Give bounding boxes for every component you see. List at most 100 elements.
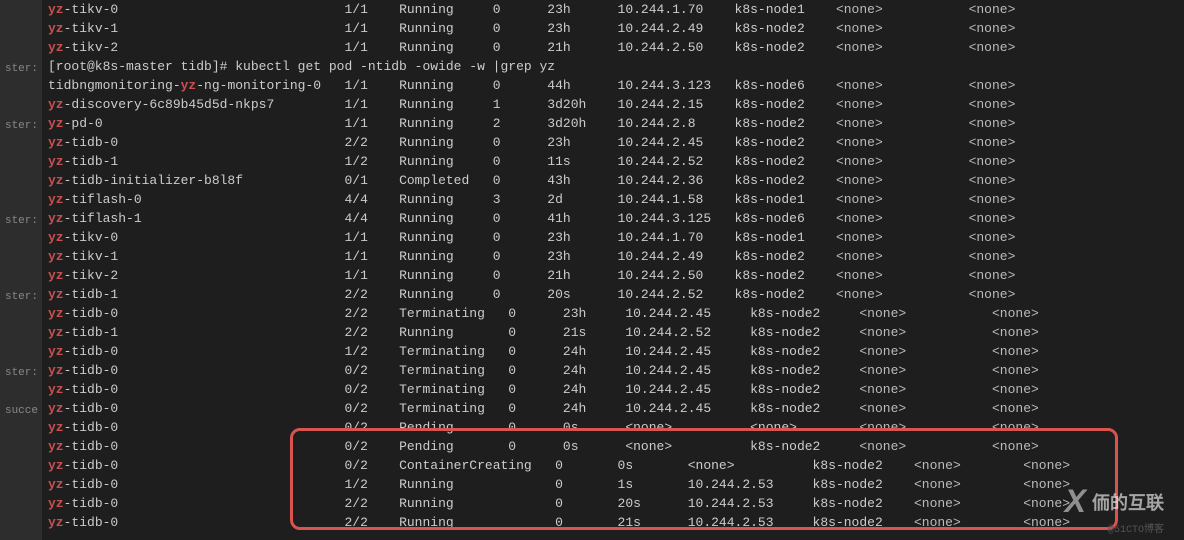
none-value: <none> bbox=[836, 173, 969, 188]
highlighted-prefix: yz bbox=[48, 268, 64, 283]
terminal-line: yz-tiflash-1 4/4 Running 0 41h 10.244.3.… bbox=[42, 209, 1184, 228]
highlighted-prefix: yz bbox=[48, 325, 64, 340]
terminal-line: yz-tiflash-0 4/4 Running 3 2d 10.244.1.5… bbox=[42, 190, 1184, 209]
gutter-label bbox=[0, 458, 42, 477]
gutter-label bbox=[0, 344, 42, 363]
highlighted-prefix: yz bbox=[48, 135, 64, 150]
none-value: <none> bbox=[992, 306, 1039, 321]
none-value: <none> bbox=[859, 344, 992, 359]
highlighted-prefix: yz bbox=[48, 401, 64, 416]
highlighted-prefix: yz bbox=[48, 287, 64, 302]
terminal-line: yz-pd-0 1/1 Running 2 3d20h 10.244.2.8 k… bbox=[42, 114, 1184, 133]
none-value: <none> bbox=[836, 135, 969, 150]
none-value: <none> bbox=[836, 230, 969, 245]
none-value: <none> bbox=[836, 97, 969, 112]
none-value: <none> bbox=[992, 439, 1039, 454]
highlighted-prefix: yz bbox=[48, 382, 64, 397]
none-value: <none> bbox=[836, 154, 969, 169]
terminal-line: yz-tikv-0 1/1 Running 0 23h 10.244.1.70 … bbox=[42, 0, 1184, 19]
none-value: <none> bbox=[836, 116, 969, 131]
none-value: <none> bbox=[859, 363, 992, 378]
highlighted-prefix: yz bbox=[181, 78, 197, 93]
none-value: <none> bbox=[859, 306, 992, 321]
terminal-line: yz-tidb-1 2/2 Running 0 21s 10.244.2.52 … bbox=[42, 323, 1184, 342]
none-value: <none> bbox=[859, 325, 992, 340]
none-value: <none> bbox=[859, 439, 992, 454]
none-value: <none> bbox=[992, 401, 1039, 416]
highlighted-prefix: yz bbox=[48, 458, 64, 473]
highlighted-prefix: yz bbox=[48, 211, 64, 226]
gutter-label bbox=[0, 154, 42, 173]
none-value: <none> bbox=[969, 21, 1016, 36]
gutter-label bbox=[0, 477, 42, 496]
terminal-line: yz-discovery-6c89b45d5d-nkps7 1/1 Runnin… bbox=[42, 95, 1184, 114]
highlighted-prefix: yz bbox=[48, 306, 64, 321]
gutter-label: succe bbox=[0, 401, 42, 420]
none-value: <none> bbox=[1023, 458, 1070, 473]
terminal-line: yz-tikv-0 1/1 Running 0 23h 10.244.1.70 … bbox=[42, 228, 1184, 247]
highlighted-prefix: yz bbox=[48, 154, 64, 169]
gutter-label bbox=[0, 135, 42, 154]
terminal-line: yz-tidb-0 2/2 Running 0 20s 10.244.2.53 … bbox=[42, 494, 1184, 513]
gutter-label bbox=[0, 230, 42, 249]
terminal-line: yz-tidb-1 2/2 Running 0 20s 10.244.2.52 … bbox=[42, 285, 1184, 304]
gutter-label bbox=[0, 325, 42, 344]
terminal-window[interactable]: ster:ster:ster:ster:ster:succe yz-tikv-0… bbox=[0, 0, 1184, 540]
gutter-label bbox=[0, 382, 42, 401]
highlighted-prefix: yz bbox=[48, 363, 64, 378]
highlighted-prefix: yz bbox=[48, 515, 64, 530]
none-value: <none> bbox=[992, 325, 1039, 340]
highlighted-prefix: yz bbox=[48, 477, 64, 492]
none-value: <none> bbox=[969, 116, 1016, 131]
highlighted-prefix: yz bbox=[48, 192, 64, 207]
terminal-line: yz-tidb-1 1/2 Running 0 11s 10.244.2.52 … bbox=[42, 152, 1184, 171]
terminal-line: yz-tidb-0 0/2 Pending 0 0s <none> k8s-no… bbox=[42, 437, 1184, 456]
gutter-label: ster: bbox=[0, 211, 42, 230]
gutter-label bbox=[0, 249, 42, 268]
terminal-line: yz-tidb-0 0/2 Terminating 0 24h 10.244.2… bbox=[42, 380, 1184, 399]
none-value: <none> bbox=[836, 268, 969, 283]
none-value: <none> bbox=[1023, 477, 1070, 492]
none-value: <none> bbox=[836, 249, 969, 264]
none-value: <none> bbox=[992, 420, 1039, 435]
terminal-line: yz-tidb-0 2/2 Running 0 21s 10.244.2.53 … bbox=[42, 513, 1184, 532]
none-value: <none> bbox=[969, 135, 1016, 150]
none-value: <none> bbox=[969, 78, 1016, 93]
none-value: <none> bbox=[836, 78, 969, 93]
highlighted-prefix: yz bbox=[48, 230, 64, 245]
gutter-label: ster: bbox=[0, 287, 42, 306]
highlighted-prefix: yz bbox=[48, 173, 64, 188]
highlighted-prefix: yz bbox=[48, 439, 64, 454]
none-value: <none> bbox=[836, 287, 969, 302]
gutter-label bbox=[0, 306, 42, 325]
none-value: <none> bbox=[992, 344, 1039, 359]
terminal-line: yz-tikv-2 1/1 Running 0 21h 10.244.2.50 … bbox=[42, 38, 1184, 57]
gutter-label bbox=[0, 420, 42, 439]
gutter-label bbox=[0, 439, 42, 458]
gutter-label bbox=[0, 515, 42, 534]
terminal-line: yz-tidb-0 0/2 Pending 0 0s <none> <none>… bbox=[42, 418, 1184, 437]
terminal-line: yz-tidb-0 2/2 Terminating 0 23h 10.244.2… bbox=[42, 304, 1184, 323]
none-value: <none> bbox=[1023, 496, 1070, 511]
none-value: <none> bbox=[836, 211, 969, 226]
terminal-output[interactable]: yz-tikv-0 1/1 Running 0 23h 10.244.1.70 … bbox=[42, 0, 1184, 540]
none-value: <none> bbox=[969, 40, 1016, 55]
none-value: <none> bbox=[969, 173, 1016, 188]
gutter-label bbox=[0, 173, 42, 192]
none-value: <none> bbox=[914, 458, 1023, 473]
gutter-label bbox=[0, 40, 42, 59]
terminal-line: yz-tikv-2 1/1 Running 0 21h 10.244.2.50 … bbox=[42, 266, 1184, 285]
footer-tag: @51CTO博客 bbox=[1108, 520, 1164, 536]
terminal-line: [root@k8s-master tidb]# kubectl get pod … bbox=[42, 57, 1184, 76]
terminal-line: yz-tidb-0 1/2 Running 0 1s 10.244.2.53 k… bbox=[42, 475, 1184, 494]
none-value: <none> bbox=[859, 420, 992, 435]
command-prompt: [root@k8s-master tidb]# kubectl get pod … bbox=[48, 59, 555, 74]
none-value: <none> bbox=[969, 268, 1016, 283]
none-value: <none> bbox=[969, 192, 1016, 207]
terminal-line: yz-tidb-0 0/2 Terminating 0 24h 10.244.2… bbox=[42, 361, 1184, 380]
gutter-label: ster: bbox=[0, 59, 42, 78]
none-value: <none> bbox=[969, 154, 1016, 169]
terminal-line: yz-tikv-1 1/1 Running 0 23h 10.244.2.49 … bbox=[42, 247, 1184, 266]
none-value: <none> bbox=[836, 40, 969, 55]
none-value: <none> bbox=[859, 382, 992, 397]
